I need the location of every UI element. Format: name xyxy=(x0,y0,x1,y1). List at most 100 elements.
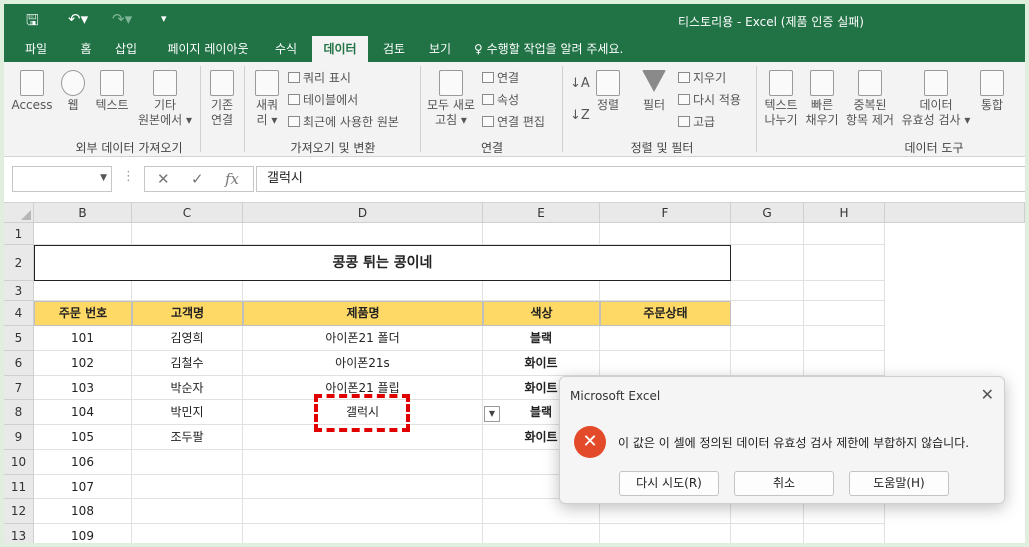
show-queries-button[interactable]: 쿼리 표시 xyxy=(288,71,351,86)
tab-formulas[interactable]: 수식 xyxy=(266,36,306,62)
cell[interactable] xyxy=(243,281,483,301)
tab-review[interactable]: 검토 xyxy=(374,36,414,62)
cell[interactable] xyxy=(804,245,885,281)
flash-fill-button[interactable]: 빠른 채우기 xyxy=(800,70,844,128)
existing-connections-button[interactable]: 기존 연결 xyxy=(204,70,240,128)
undo-icon[interactable]: ↶▾ xyxy=(68,10,88,28)
table-cell[interactable] xyxy=(243,524,483,543)
row-header-9[interactable]: 9 xyxy=(4,425,34,450)
header-color[interactable]: 색상 xyxy=(483,301,600,326)
row-header-4[interactable]: 4 xyxy=(4,301,34,326)
close-icon[interactable]: ✕ xyxy=(981,385,994,404)
table-cell[interactable]: 101 xyxy=(34,326,132,351)
table-cell[interactable]: 화이트 xyxy=(483,351,600,376)
column-header-d[interactable]: D xyxy=(243,203,483,223)
web-button[interactable]: 웹 xyxy=(56,70,90,113)
text-to-columns-button[interactable]: 텍스트 나누기 xyxy=(758,70,804,128)
cell[interactable] xyxy=(483,223,600,245)
row-header-2[interactable]: 2 xyxy=(4,245,34,281)
tab-home[interactable]: 홈 xyxy=(68,36,104,62)
retry-button[interactable]: 다시 시도(R) xyxy=(619,471,719,496)
insert-function-icon[interactable]: fx xyxy=(225,170,239,188)
row-header-8[interactable]: 8 xyxy=(4,400,34,425)
header-customer-name[interactable]: 고객명 xyxy=(132,301,243,326)
column-header-e[interactable]: E xyxy=(483,203,600,223)
connections-button[interactable]: 연결 xyxy=(482,71,519,86)
row-header-5[interactable]: 5 xyxy=(4,326,34,351)
formula-input[interactable]: 갤럭시 xyxy=(256,166,1025,192)
table-cell[interactable]: 김영희 xyxy=(132,326,243,351)
advanced-filter-button[interactable]: 고급 xyxy=(678,115,715,130)
tell-me-search[interactable]: ♀ 수행할 작업을 알려 주세요. xyxy=(474,36,623,62)
properties-button[interactable]: 속성 xyxy=(482,93,519,108)
name-box[interactable]: ▼ xyxy=(12,166,112,192)
other-sources-button[interactable]: 기타 원본에서 ▾ xyxy=(134,70,196,128)
recent-sources-button[interactable]: 최근에 사용한 원본 xyxy=(288,115,399,130)
cell[interactable] xyxy=(804,326,885,351)
column-header-h[interactable]: H xyxy=(804,203,885,223)
row-header-11[interactable]: 11 xyxy=(4,475,34,499)
column-header-f[interactable]: F xyxy=(600,203,731,223)
table-cell[interactable]: 박민지 xyxy=(132,400,243,425)
cell[interactable] xyxy=(600,281,731,301)
cell[interactable] xyxy=(731,245,804,281)
cell[interactable] xyxy=(243,223,483,245)
cell[interactable] xyxy=(483,281,600,301)
header-order-number[interactable]: 주문 번호 xyxy=(34,301,132,326)
table-cell[interactable] xyxy=(132,499,243,524)
row-header-7[interactable]: 7 xyxy=(4,376,34,400)
tab-view[interactable]: 보기 xyxy=(420,36,460,62)
select-all-button[interactable] xyxy=(4,203,34,223)
table-cell[interactable]: 105 xyxy=(34,425,132,450)
table-cell[interactable] xyxy=(243,450,483,475)
table-cell[interactable] xyxy=(243,475,483,499)
new-query-button[interactable]: 새쿼 리 ▾ xyxy=(248,70,286,128)
help-button[interactable]: 도움말(H) xyxy=(849,471,949,496)
tab-insert[interactable]: 삽입 xyxy=(108,36,144,62)
cell[interactable] xyxy=(34,223,132,245)
cell[interactable] xyxy=(731,326,804,351)
header-product-name[interactable]: 제품명 xyxy=(243,301,483,326)
sort-ascending-icon[interactable]: ↓A xyxy=(570,76,590,91)
table-cell[interactable] xyxy=(600,326,731,351)
table-cell[interactable] xyxy=(600,524,731,543)
data-validation-button[interactable]: 데이터 유효성 검사 ▾ xyxy=(894,70,978,128)
tab-file[interactable]: 파일 xyxy=(12,36,60,62)
table-cell[interactable]: 108 xyxy=(34,499,132,524)
sort-button[interactable]: 정렬 xyxy=(590,70,626,113)
row-header-3[interactable]: 3 xyxy=(4,281,34,301)
reapply-button[interactable]: 다시 적용 xyxy=(678,93,741,108)
edit-links-button[interactable]: 연결 편집 xyxy=(482,115,545,130)
cell[interactable] xyxy=(731,351,804,376)
table-cell[interactable]: 아이폰21s xyxy=(243,351,483,376)
column-header-b[interactable]: B xyxy=(34,203,132,223)
cell[interactable] xyxy=(34,281,132,301)
cell[interactable] xyxy=(804,524,885,543)
table-cell[interactable] xyxy=(243,499,483,524)
column-header-g[interactable]: G xyxy=(731,203,804,223)
table-cell[interactable]: 106 xyxy=(34,450,132,475)
row-header-1[interactable]: 1 xyxy=(4,223,34,245)
cell[interactable] xyxy=(804,351,885,376)
cell[interactable] xyxy=(804,223,885,245)
header-order-status[interactable]: 주문상태 xyxy=(600,301,731,326)
row-header-6[interactable]: 6 xyxy=(4,351,34,376)
from-table-button[interactable]: 테이블에서 xyxy=(288,93,358,108)
table-cell[interactable]: 조두팔 xyxy=(132,425,243,450)
table-cell[interactable] xyxy=(483,524,600,543)
clear-filter-button[interactable]: 지우기 xyxy=(678,71,726,86)
chevron-down-icon[interactable]: ▼ xyxy=(100,173,107,183)
table-cell[interactable] xyxy=(132,475,243,499)
validation-dropdown-icon[interactable]: ▼ xyxy=(484,406,500,422)
text-button[interactable]: 텍스트 xyxy=(90,70,134,113)
sheet-title[interactable]: 콩콩 튀는 콩이네 xyxy=(34,245,731,281)
cell[interactable] xyxy=(132,223,243,245)
cell[interactable] xyxy=(731,524,804,543)
customize-qat-icon[interactable]: ▾ xyxy=(161,12,167,25)
consolidate-button[interactable]: 통합 xyxy=(972,70,1012,113)
table-cell[interactable]: 107 xyxy=(34,475,132,499)
save-icon[interactable]: 🖫 xyxy=(26,10,39,35)
remove-duplicates-button[interactable]: 중복된 항목 제거 xyxy=(842,70,898,128)
table-cell[interactable]: 109 xyxy=(34,524,132,543)
table-cell[interactable] xyxy=(600,351,731,376)
